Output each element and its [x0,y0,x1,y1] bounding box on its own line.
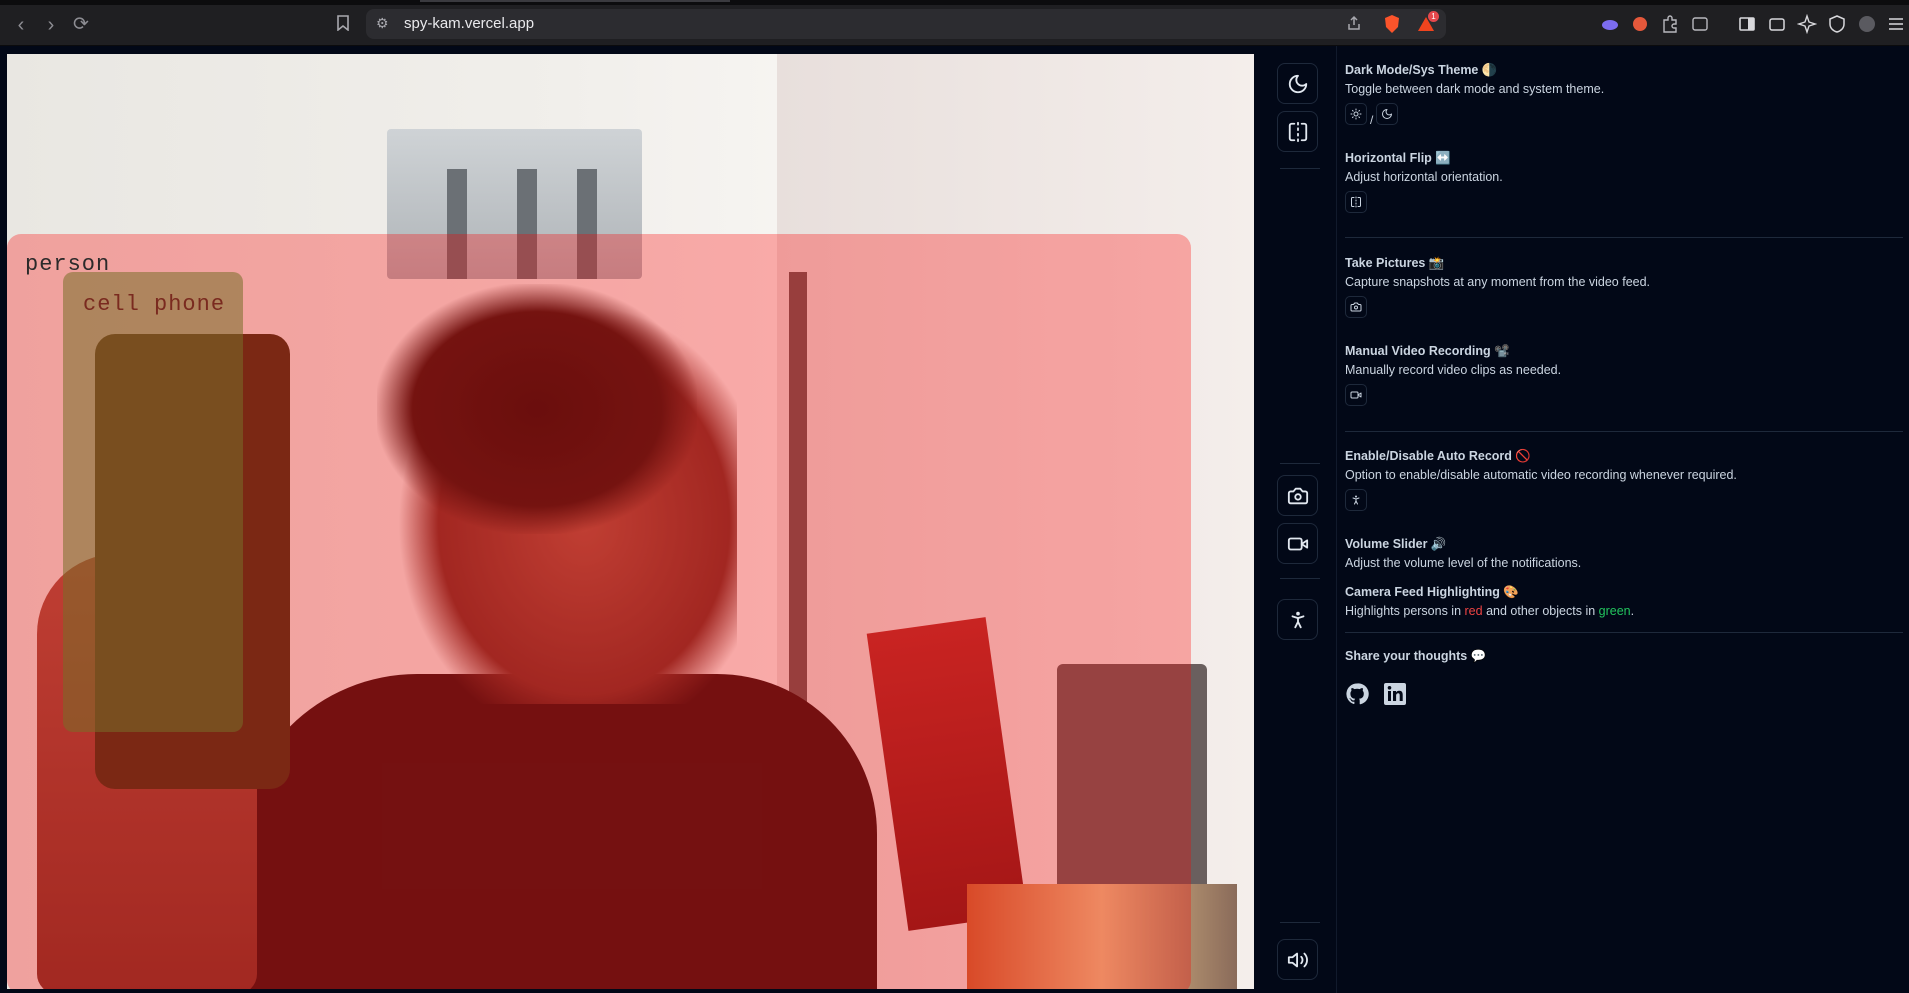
extensions-puzzle-icon[interactable] [1660,14,1680,34]
panel-divider [1345,237,1903,238]
forward-icon[interactable]: › [40,14,62,36]
pictures-desc: Capture snapshots at any moment from the… [1345,275,1651,289]
bookmark-icon[interactable] [332,14,354,36]
volume-desc: Adjust the volume level of the notificat… [1345,556,1582,570]
github-icon[interactable] [1345,682,1369,706]
detection-label-cell-phone: cell phone [83,292,226,317]
highlight-desc: Highlights persons in red and other obje… [1345,604,1634,618]
brave-rewards-icon[interactable]: 1 [1416,11,1439,34]
linkedin-icon[interactable] [1383,682,1407,706]
vpn-icon[interactable] [1827,14,1847,34]
highlight-green-word: green [1598,604,1631,618]
help-panel: Dark Mode/Sys Theme 🌗 Toggle between dar… [1338,46,1909,993]
moon-mini-icon [1376,103,1399,125]
screenshot-icon[interactable] [1690,14,1710,34]
theme-toggle-button[interactable] [1277,63,1318,104]
highlight-desc-mid: and other objects in [1482,604,1599,618]
video-mini-icon [1345,384,1367,406]
share-icon[interactable] [1346,15,1362,34]
theme-desc: Toggle between dark mode and system them… [1345,82,1605,96]
profile-avatar-icon[interactable] [1857,14,1877,34]
browser-toolbar: ‹ › ⟳ ⚙ spy-kam.vercel.app 1 [0,0,1909,46]
panel-divider [1345,632,1903,633]
person-standing-mini-icon [1345,489,1367,511]
highlight-desc-suffix: . [1630,604,1635,618]
extension-cloud-icon[interactable] [1600,14,1620,34]
extension-fox-icon[interactable] [1630,14,1650,34]
camera-mini-icon [1345,296,1367,318]
autorecord-section: Enable/Disable Auto Record 🚫 Option to e… [1345,449,1737,511]
auto-record-button[interactable] [1277,599,1318,640]
detection-box-cell-phone [63,272,243,732]
rail-divider [1280,463,1320,464]
autorecord-title: Enable/Disable Auto Record 🚫 [1345,449,1531,463]
recording-desc: Manually record video clips as needed. [1345,363,1562,377]
notification-badge: 1 [1428,11,1439,22]
record-video-button[interactable] [1277,523,1318,564]
brave-shield-icon[interactable] [1382,14,1402,34]
flip-horizontal-icon [1288,121,1307,142]
panel-divider [1345,431,1903,432]
take-picture-button[interactable] [1277,475,1318,516]
flip-title: Horizontal Flip ↔️ [1345,151,1451,165]
flip-section: Horizontal Flip ↔️ Adjust horizontal ori… [1345,151,1503,213]
back-icon[interactable]: ‹ [10,14,32,36]
active-tab-indicator [420,0,730,2]
flip-desc: Adjust horizontal orientation. [1345,170,1503,184]
share-section: Share your thoughts 💬 [1345,649,1486,664]
volume-button[interactable] [1277,939,1318,980]
url-text[interactable]: spy-kam.vercel.app [404,15,534,32]
theme-slash: / [1370,113,1374,127]
control-rail [1262,46,1337,993]
autorecord-desc: Option to enable/disable automatic video… [1345,468,1737,482]
flip-mini-icon [1345,191,1367,213]
highlight-desc-prefix: Highlights persons in [1345,604,1465,618]
camera-feed: person cell phone [7,54,1254,989]
volume-title: Volume Slider 🔊 [1345,537,1447,551]
moon-icon [1288,74,1307,93]
recording-section: Manual Video Recording 📽️ Manually recor… [1345,344,1561,406]
volume-section: Volume Slider 🔊 Adjust the volume level … [1345,537,1581,570]
sun-icon [1345,103,1367,125]
menu-icon[interactable] [1886,14,1906,34]
pictures-title: Take Pictures 📸 [1345,256,1445,270]
video-icon [1287,537,1308,550]
share-title: Share your thoughts 💬 [1345,649,1487,663]
theme-section: Dark Mode/Sys Theme 🌗 Toggle between dar… [1345,63,1604,127]
rail-divider [1280,578,1320,579]
rail-divider [1280,922,1320,923]
rail-divider [1280,168,1320,169]
tab-strip [0,0,1909,5]
leo-ai-icon[interactable] [1796,13,1818,35]
highlight-title: Camera Feed Highlighting 🎨 [1345,585,1519,599]
theme-title: Dark Mode/Sys Theme 🌗 [1345,63,1498,77]
detection-label-person: person [25,252,111,277]
camera-icon [1287,487,1308,504]
pictures-section: Take Pictures 📸 Capture snapshots at any… [1345,256,1650,318]
person-standing-icon [1291,611,1304,628]
site-settings-icon[interactable]: ⚙ [376,15,389,32]
sidebar-toggle-icon[interactable] [1737,14,1757,34]
volume-icon [1287,952,1308,967]
horizontal-flip-button[interactable] [1277,111,1318,152]
reload-icon[interactable]: ⟳ [70,14,92,36]
highlight-red-word: red [1464,604,1483,618]
recording-title: Manual Video Recording 📽️ [1345,344,1510,358]
wallet-icon[interactable] [1767,14,1787,34]
highlight-section: Camera Feed Highlighting 🎨 Highlights pe… [1345,585,1634,618]
